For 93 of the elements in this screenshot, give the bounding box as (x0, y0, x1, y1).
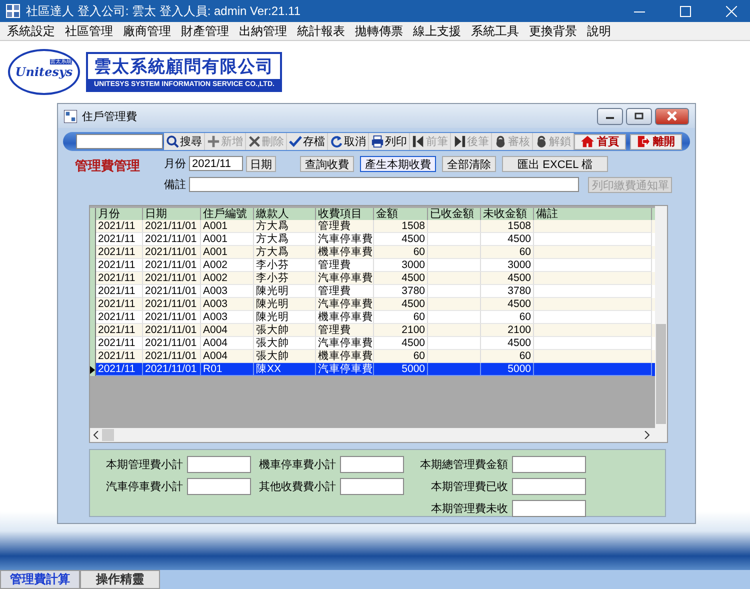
scroll-left-icon[interactable] (93, 431, 99, 439)
summary-field[interactable] (340, 478, 404, 495)
cross-icon (248, 135, 261, 148)
table-row[interactable]: 2021/11 2021/11/01 A003 陳光明 管理費 3780 3780 (90, 285, 655, 298)
toolbar-button[interactable]: 取消 (328, 133, 369, 150)
table-cell: R01 (201, 363, 254, 376)
minimize-button[interactable] (597, 108, 623, 124)
unlock-icon (535, 135, 548, 148)
summary-label: 本期總管理費金額 (420, 458, 508, 472)
action-button[interactable]: 匯出 EXCEL 檔 (502, 156, 608, 172)
table-row[interactable]: 2021/11 2021/11/01 A003 陳光明 機車停車費 60 60 (90, 311, 655, 324)
toolbar-button[interactable]: 存檔 (287, 133, 328, 150)
skip-back-icon (412, 135, 425, 148)
table-cell: 2021/11/01 (143, 363, 201, 376)
summary-field[interactable] (187, 478, 251, 495)
bottom-tab[interactable]: 管理費計算 (0, 570, 80, 589)
checkmark-icon (289, 135, 302, 148)
search-icon (166, 135, 179, 148)
summary-field[interactable] (512, 478, 586, 495)
action-button[interactable]: 全部清除 (442, 156, 496, 172)
menu-item[interactable]: 廠商管理 (118, 22, 176, 40)
summary-label: 其他收費費小計 (259, 480, 336, 494)
nav-button[interactable]: 離開 (630, 134, 682, 150)
close-button[interactable] (655, 108, 689, 124)
menu-item[interactable]: 系統設定 (2, 22, 60, 40)
logo-script: Unitesys (15, 65, 73, 79)
lock-icon (494, 135, 507, 148)
company-name: 雲太系統顧問有限公司 (93, 56, 275, 78)
menu-item[interactable]: 財產管理 (176, 22, 234, 40)
table-row[interactable]: 2021/11 2021/11/01 A001 方大爲 汽車停車費 4500 4500 (90, 233, 655, 246)
section-heading: 管理費管理 (75, 157, 141, 175)
summary-field[interactable] (187, 456, 251, 473)
printer-icon (371, 135, 384, 148)
toolbar-button[interactable]: 搜尋 (164, 133, 205, 150)
scroll-right-icon[interactable] (644, 431, 650, 439)
table-cell: 5000 (374, 363, 428, 376)
table-row[interactable]: 2021/11 2021/11/01 A004 張大帥 機車停車費 60 60 (90, 350, 655, 363)
menu-item[interactable]: 線上支援 (408, 22, 466, 40)
month-field[interactable]: 2021/11 (189, 156, 243, 171)
nav-button[interactable]: 首頁 (574, 134, 626, 150)
child-window-title: 住戶管理費 (82, 110, 137, 124)
table-row[interactable]: 2021/11 2021/11/01 A001 方大爲 管理費 1508 1508 (90, 220, 655, 233)
restore-button[interactable] (626, 108, 652, 124)
restore-icon (634, 112, 644, 120)
note-label: 備註 (164, 178, 186, 192)
note-field[interactable] (189, 177, 579, 192)
menu-item[interactable]: 拋轉傳票 (350, 22, 408, 40)
month-label: 月份 (164, 157, 186, 171)
window-title: 社區達人 登入公司: 雲太 登入人員: admin Ver:21.11 (26, 2, 301, 20)
table-row[interactable]: 2021/11 2021/11/01 A003 陳光明 汽車停車費 4500 4500 (90, 298, 655, 311)
menu-item[interactable]: 說明 (582, 22, 616, 40)
table-row[interactable]: 2021/11 2021/11/01 A004 張大帥 汽車停車費 4500 4500 (90, 337, 655, 350)
table-row[interactable]: 2021/11 2021/11/01 A001 方大爲 機車停車費 60 60 (90, 246, 655, 259)
plus-icon (207, 135, 220, 148)
summary-field[interactable] (340, 456, 404, 473)
bottom-tab[interactable]: 操作精靈 (80, 570, 160, 589)
menu-item[interactable]: 出納管理 (234, 22, 292, 40)
refresh-icon (330, 135, 343, 148)
app-icon (6, 4, 20, 18)
table-cell: 汽車停車費 (316, 363, 374, 376)
summary-field[interactable] (512, 456, 586, 473)
search-field[interactable] (76, 134, 163, 149)
summary-label: 機車停車費小計 (259, 458, 336, 472)
menu-item[interactable]: 更換背景 (524, 22, 582, 40)
close-icon[interactable] (726, 6, 737, 16)
action-button[interactable]: 查詢收費 (300, 156, 354, 172)
skip-forward-icon (453, 135, 466, 148)
app-icon (64, 110, 77, 122)
maximize-icon[interactable] (680, 6, 691, 16)
toolbar-button[interactable]: 列印 (369, 133, 410, 150)
table-row[interactable]: 2021/11 2021/11/01 A002 李小芬 汽車停車費 4500 4500 (90, 272, 655, 285)
menu-item[interactable]: 系統工具 (466, 22, 524, 40)
table-row[interactable]: 2021/11 2021/11/01 A002 李小芬 管理費 3000 3000 (90, 259, 655, 272)
summary-field[interactable] (512, 500, 586, 517)
summary-label: 本期管理費小計 (106, 458, 183, 472)
close-icon (666, 111, 678, 121)
summary-label: 本期管理費未收 (431, 502, 508, 516)
table-row[interactable]: 2021/11 2021/11/01 R01 陳XX 汽車停車費 5000 5000 (90, 363, 655, 376)
exit-icon (637, 135, 650, 148)
summary-label: 汽車停車費小計 (106, 480, 183, 494)
home-icon (581, 135, 594, 148)
menu-item[interactable]: 統計報表 (292, 22, 350, 40)
vertical-scrollbar[interactable] (655, 206, 667, 428)
action-button[interactable]: 產生本期收費 (360, 156, 436, 172)
date-button[interactable]: 日期 (246, 156, 276, 172)
table-cell: 2021/11 (96, 363, 143, 376)
menu-item[interactable]: 社區管理 (60, 22, 118, 40)
table-cell: 5000 (481, 363, 534, 376)
horizontal-scrollbar[interactable] (90, 428, 667, 442)
table-cell: 陳XX (254, 363, 316, 376)
scroll-thumb[interactable] (102, 429, 114, 441)
table-row[interactable]: 2021/11 2021/11/01 A004 張大帥 管理費 2100 2100 (90, 324, 655, 337)
summary-label: 本期管理費已收 (431, 480, 508, 494)
